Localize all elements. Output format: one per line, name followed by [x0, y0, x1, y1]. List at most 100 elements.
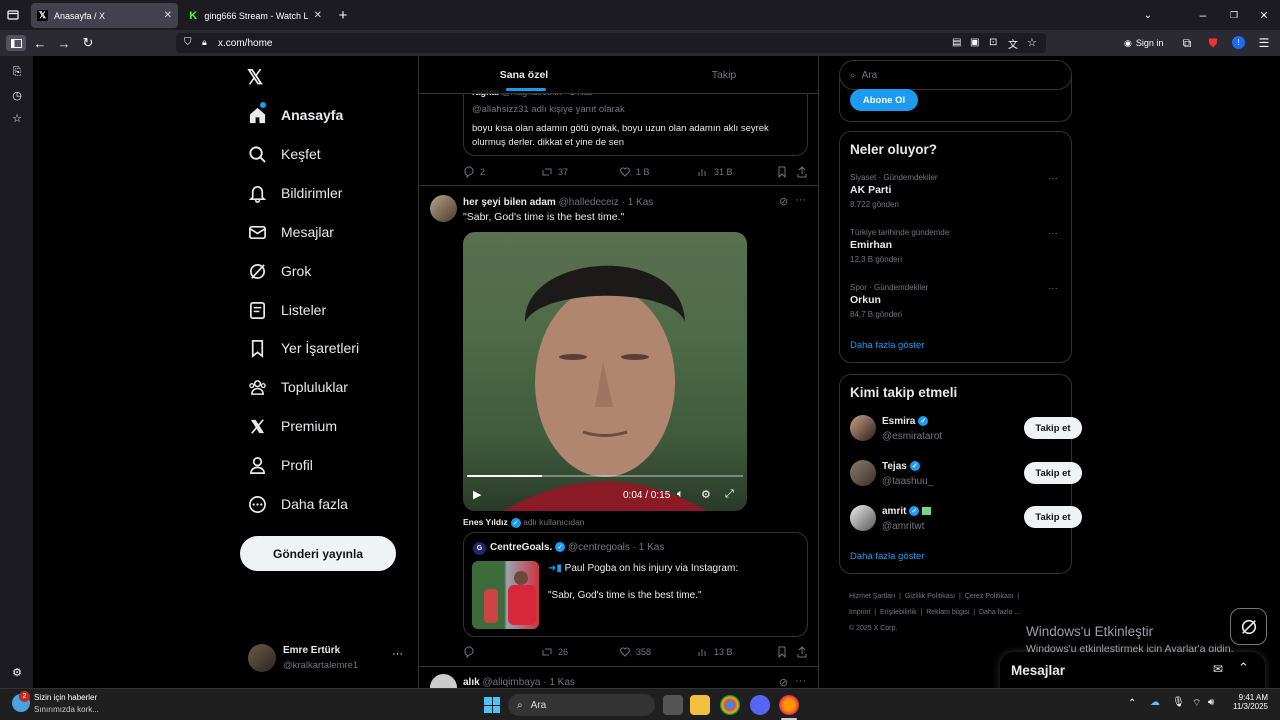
lock-icon[interactable]: 🔒︎	[202, 37, 207, 48]
task-view-icon[interactable]	[663, 695, 683, 715]
more-dots-icon[interactable]: ···	[795, 675, 806, 687]
back-icon[interactable]: ←	[33, 35, 47, 51]
nav-communities[interactable]: Topluluklar	[248, 372, 348, 402]
reply-button[interactable]	[463, 646, 475, 658]
more-dots-icon[interactable]: ···	[1048, 283, 1058, 294]
post-button[interactable]: Gönderi yayınla	[240, 536, 396, 571]
bookmarks-icon[interactable]: ☆	[10, 111, 24, 125]
footer-link[interactable]: Gizlilik Politikası	[905, 593, 955, 600]
trend-item[interactable]: Spor · Gündemdekiler Orkun 84,7 B gönder…	[850, 283, 1060, 327]
messages-drawer[interactable]: Mesajlar ✉ ⌃	[1000, 652, 1265, 692]
tab-list-icon[interactable]	[6, 8, 20, 22]
footer-link[interactable]: Çerez Politikası	[965, 593, 1014, 600]
tab-anasayfa[interactable]: 𝕏 Anasayfa / X ✕	[31, 3, 178, 28]
subscribe-button[interactable]: Abone Ol	[850, 89, 918, 111]
settings-icon[interactable]: ⚙	[10, 665, 24, 679]
firefox-icon[interactable]	[779, 695, 799, 715]
volume-icon[interactable]: 🔈︎	[677, 488, 684, 501]
nav-premium[interactable]: Premium	[248, 411, 337, 441]
clock[interactable]: 9:41 AM 11/3/2025	[1230, 693, 1268, 711]
sign-in-button[interactable]: ◉ Sign in	[1124, 34, 1172, 52]
nav-grok[interactable]: Grok	[248, 256, 311, 286]
shield-icon[interactable]: ⛉	[184, 37, 192, 48]
more-dots-icon[interactable]: ···	[795, 194, 806, 206]
grok-icon[interactable]: ⊘	[779, 195, 788, 208]
show-more-link[interactable]: Daha fazla göster	[850, 340, 924, 351]
fullscreen-icon[interactable]: ⤢	[725, 488, 734, 501]
extensions-icon[interactable]: ⧉	[1180, 35, 1194, 51]
forward-icon[interactable]: →	[57, 35, 71, 51]
footer-link[interactable]: Reklam bilgisi	[926, 609, 969, 616]
file-explorer-icon[interactable]	[690, 695, 710, 715]
bookmark-button[interactable]	[776, 166, 788, 178]
reload-icon[interactable]: ↻	[81, 35, 95, 51]
trend-item[interactable]: Türkiye tarihinde gündemde Emirhan 12,3 …	[850, 228, 1060, 272]
footer-link[interactable]: Daha fazla ...	[979, 609, 1020, 616]
nav-explore[interactable]: Keşfet	[248, 139, 321, 169]
url-bar[interactable]: ⛉ 🔒︎ x.com/home ▤ ▣ ⊡ 文 ☆	[176, 33, 1046, 53]
onedrive-icon[interactable]: ☁	[1150, 697, 1160, 708]
share-button[interactable]	[796, 166, 808, 178]
avatar[interactable]	[430, 674, 457, 688]
views-button[interactable]: 13 B	[697, 646, 733, 658]
discord-icon[interactable]	[750, 695, 770, 715]
quote-card[interactable]: G CentreGoals. ✓ @centregoals · 1 Kas ➜▮ …	[463, 532, 808, 637]
trend-item[interactable]: Siyaset · Gündemdekiler AK Parti 8.722 g…	[850, 173, 1060, 217]
post-author[interactable]: her şeyi bilen adam @halledeceiz · 1 Kas	[463, 197, 653, 208]
follow-button[interactable]: Takip et	[1024, 417, 1082, 439]
chrome-icon[interactable]	[720, 695, 740, 715]
gear-icon[interactable]: ⚙	[701, 488, 711, 501]
reply-button[interactable]: 2	[463, 166, 485, 178]
screenshot-icon[interactable]: ⊡	[989, 37, 997, 48]
wifi-icon[interactable]: ⌔	[1192, 697, 1201, 710]
close-tab-icon[interactable]: ✕	[164, 10, 172, 21]
chevron-down-icon[interactable]: ⌄	[1141, 8, 1155, 22]
video-credit[interactable]: Enes Yıldız ✓ adlı kullanıcıdan	[463, 517, 585, 528]
reader-icon[interactable]: ▤	[952, 37, 961, 48]
more-dots-icon[interactable]: ···	[392, 648, 403, 660]
reply-context-card[interactable]: raghai @Raghairethin · 1 Kas @allahsizz3…	[463, 86, 808, 156]
microphone-icon[interactable]: 🎙︎	[1172, 697, 1185, 708]
menu-icon[interactable]: ☰	[1257, 35, 1271, 51]
translate-icon[interactable]: 文	[1008, 36, 1018, 51]
bitwarden-icon[interactable]: !	[1232, 36, 1245, 49]
star-icon[interactable]: ☆	[1027, 36, 1037, 49]
chevron-up-icon[interactable]: ⌃	[1128, 698, 1136, 709]
sidebar-toggle-icon[interactable]	[6, 35, 26, 51]
minimize-icon[interactable]: –	[1197, 8, 1209, 22]
account-switcher[interactable]: Emre Ertürk @kralkartalemre1 ···	[248, 644, 403, 674]
like-button[interactable]: 1 B	[619, 166, 650, 178]
close-tab-icon[interactable]: ✕	[314, 10, 322, 21]
windows-start-icon[interactable]	[484, 697, 500, 713]
nav-bookmarks[interactable]: Yer İşaretleri	[248, 333, 359, 363]
video-player[interactable]: ▶ 0:04 / 0:15 🔈︎ ⚙ ⤢	[463, 232, 747, 511]
more-dots-icon[interactable]: ···	[1048, 173, 1058, 184]
grok-float-button[interactable]	[1230, 608, 1267, 645]
nav-messages[interactable]: Mesajlar	[248, 217, 334, 247]
nav-more[interactable]: Daha fazla	[248, 489, 348, 519]
footer-link[interactable]: Erişilebilirlik	[880, 609, 917, 616]
video-progress-track[interactable]	[467, 475, 743, 477]
restore-icon[interactable]: ❐	[1228, 8, 1240, 22]
close-window-icon[interactable]: ✕	[1258, 8, 1270, 22]
expand-up-icon[interactable]: ⌃	[1238, 660, 1249, 676]
volume-icon[interactable]: 🔊︎	[1208, 697, 1214, 708]
history-icon[interactable]: ◷	[10, 88, 24, 102]
x-logo-icon[interactable]: 𝕏	[247, 65, 269, 89]
post-author[interactable]: alık @aliqimbaya · 1 Kas	[463, 677, 575, 688]
ublock-icon[interactable]: ⛊	[1206, 35, 1220, 51]
tab-following[interactable]: Takip	[629, 56, 818, 94]
show-more-link[interactable]: Daha fazla göster	[850, 551, 924, 562]
follow-button[interactable]: Takip et	[1024, 462, 1082, 484]
tab-kick-stream[interactable]: K ging666 Stream - Watch Live on Kick ✕	[182, 3, 328, 28]
repost-button[interactable]: 37	[541, 166, 568, 178]
nav-lists[interactable]: Listeler	[248, 295, 326, 325]
more-dots-icon[interactable]: ···	[1048, 228, 1058, 239]
repost-button[interactable]: 26	[541, 646, 568, 658]
like-button[interactable]: 358	[619, 646, 651, 658]
views-button[interactable]: 31 B	[697, 166, 733, 178]
bookmark-button[interactable]	[776, 646, 788, 658]
footer-link[interactable]: Imprint	[849, 609, 870, 616]
news-title[interactable]: Sizin için haberler	[34, 693, 97, 702]
avatar[interactable]	[430, 195, 457, 222]
